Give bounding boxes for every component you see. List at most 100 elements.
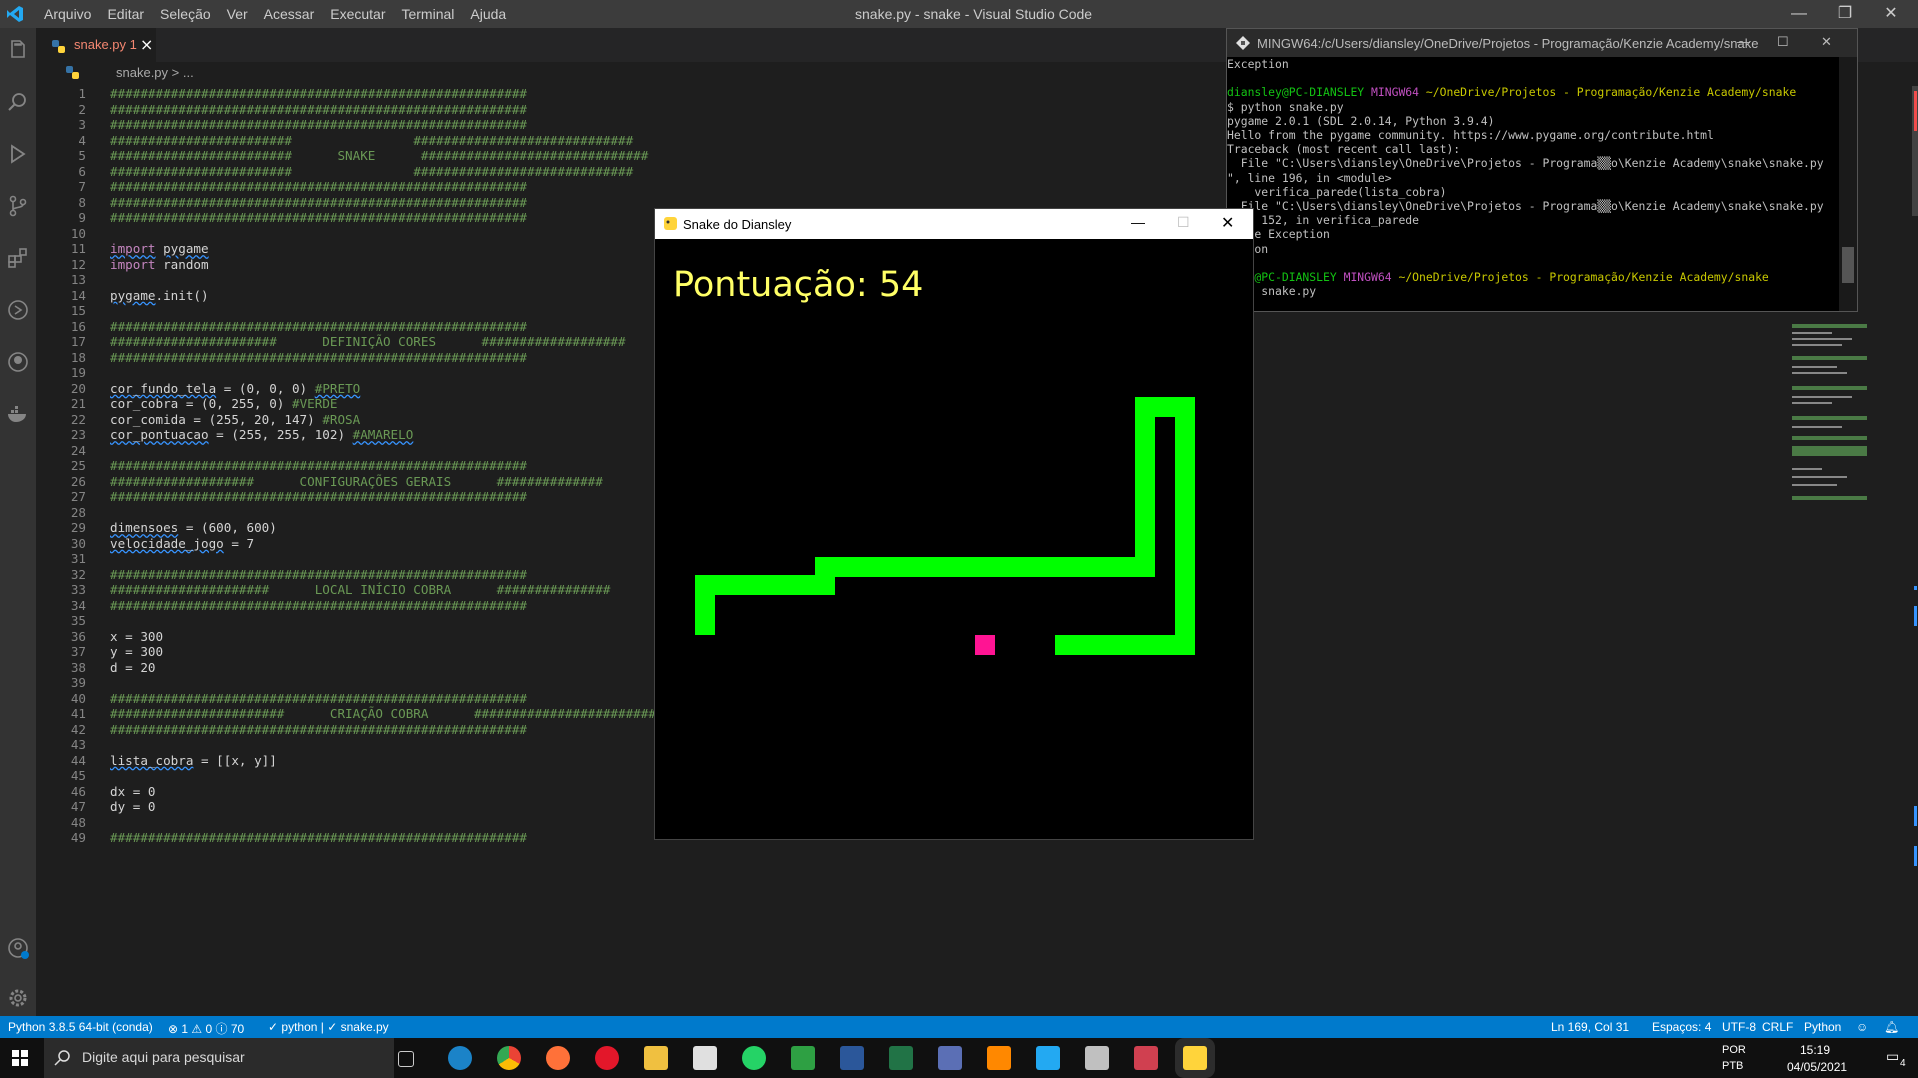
settings-gear-icon[interactable] <box>6 986 30 1010</box>
editor-scrollbar[interactable] <box>1896 86 1918 1016</box>
code-line: ################### CONFIGURAÇÕES GERAIS… <box>110 473 603 489</box>
game-minimize-button[interactable]: — <box>1131 214 1145 230</box>
line-number: 15 <box>70 303 86 318</box>
terminal-line: pygame 2.0.1 (SDL 2.0.14, Python 3.9.4) <box>1227 113 1495 128</box>
terminal-window[interactable]: MINGW64:/c/Users/diansley/OneDrive/Proje… <box>1226 28 1858 312</box>
remote-explorer-icon[interactable] <box>6 298 30 322</box>
keyboard-layout[interactable]: PTB <box>1722 1060 1743 1072</box>
account-icon[interactable] <box>6 936 30 960</box>
line-number: 27 <box>70 489 86 504</box>
docker-icon[interactable] <box>6 402 30 426</box>
line-number: 6 <box>78 163 86 179</box>
code-line: cor_cobra = (0, 255, 0) #VERDE <box>110 396 338 411</box>
terminal-close-button[interactable]: ✕ <box>1821 34 1832 50</box>
windows-start-icon[interactable] <box>12 1050 28 1066</box>
line-number: 24 <box>70 442 86 458</box>
file-explorer-icon[interactable] <box>644 1046 668 1070</box>
line-number: 1 <box>78 86 86 101</box>
terminal-minimize-button[interactable]: — <box>1737 34 1750 49</box>
indentation[interactable]: Espaços: 4 <box>1652 1020 1711 1034</box>
line-number: 13 <box>70 272 86 287</box>
code-line: lista_cobra = [[x, y]] <box>110 752 277 768</box>
problems-indicator[interactable]: ⊗ 1 ⚠ 0 ⓘ 70 <box>168 1020 244 1037</box>
minimize-button[interactable]: — <box>1776 0 1822 28</box>
menu-ver[interactable]: Ver <box>219 0 256 28</box>
terminal-prompt: diansley@PC-DIANSLEY MINGW64 ~/OneDrive/… <box>1227 85 1797 100</box>
github-icon[interactable] <box>6 350 30 374</box>
python-interpreter[interactable]: Python 3.8.5 64-bit (conda) <box>8 1020 153 1034</box>
terminal-line: verifica_parede(lista_cobra) <box>1227 184 1447 199</box>
app-icon-2[interactable] <box>1134 1046 1158 1070</box>
line-number: 12 <box>70 256 86 272</box>
tab-snake-py[interactable]: snake.py 1 × <box>36 28 156 63</box>
menu-arquivo[interactable]: Arquivo <box>36 0 99 28</box>
snake-segment <box>1175 397 1195 655</box>
git-icon[interactable] <box>1085 1046 1109 1070</box>
maximize-button[interactable]: ❐ <box>1822 0 1868 28</box>
line-number: 36 <box>70 628 86 644</box>
check-status[interactable]: ✓ python | ✓ snake.py <box>268 1020 389 1034</box>
line-number: 16 <box>70 318 86 334</box>
language-mode[interactable]: Python <box>1804 1020 1841 1034</box>
menu-acessar[interactable]: Acessar <box>256 0 323 28</box>
clock-time[interactable]: 15:19 <box>1800 1043 1830 1057</box>
line-number: 37 <box>70 644 86 659</box>
code-line: ########################################… <box>110 101 528 117</box>
chrome-icon[interactable] <box>497 1046 521 1070</box>
snake-game-window[interactable]: Snake do Diansley — ☐ ✕ Pontuação: 54 <box>654 208 1254 840</box>
code-line: x = 300 <box>110 628 164 644</box>
excel-icon[interactable] <box>889 1046 913 1070</box>
line-endings[interactable]: CRLF <box>1762 1020 1793 1034</box>
code-line: ########################################… <box>110 458 528 473</box>
terminal-line: line 152, in verifica_parede <box>1227 213 1420 228</box>
menu-ajuda[interactable]: Ajuda <box>462 0 514 28</box>
terminal-output[interactable]: Exception diansley@PC-DIANSLEY MINGW64 ~… <box>1227 57 1839 311</box>
code-line: ###################### DEFINIÇÃO CORES #… <box>110 334 626 349</box>
cursor-position[interactable]: Ln 169, Col 31 <box>1551 1020 1629 1034</box>
game-title-bar[interactable]: Snake do Diansley — ☐ ✕ <box>655 209 1253 239</box>
firefox-icon[interactable] <box>546 1046 570 1070</box>
tab-close-icon[interactable]: × <box>140 35 153 54</box>
code-line: ######################## SNAKE #########… <box>110 148 649 163</box>
whatsapp-icon[interactable] <box>742 1046 766 1070</box>
search-icon <box>54 1050 70 1066</box>
terminal-scroll-thumb[interactable] <box>1842 247 1854 283</box>
pygame-window-icon[interactable] <box>1183 1046 1207 1070</box>
terminal-app-icon[interactable] <box>791 1046 815 1070</box>
word-icon[interactable] <box>840 1046 864 1070</box>
game-canvas[interactable]: Pontuação: 54 <box>655 239 1253 839</box>
clock-date[interactable]: 04/05/2021 <box>1787 1060 1847 1074</box>
taskbar-search[interactable]: Digite aqui para pesquisar <box>44 1038 394 1078</box>
edge-icon[interactable] <box>448 1046 472 1070</box>
vlc-icon[interactable] <box>987 1046 1011 1070</box>
search-placeholder: Digite aqui para pesquisar <box>82 1049 245 1065</box>
feedback-icon[interactable]: ☺ <box>1856 1020 1868 1034</box>
code-line: dx = 0 <box>110 783 156 799</box>
extensions-icon[interactable] <box>6 246 30 270</box>
terminal-scrollbar[interactable] <box>1839 57 1857 311</box>
task-view-icon[interactable] <box>398 1051 414 1067</box>
game-close-button[interactable]: ✕ <box>1221 213 1234 233</box>
close-window-button[interactable]: ✕ <box>1868 0 1914 28</box>
menu-selecao[interactable]: Seleção <box>152 0 219 28</box>
menu-editar[interactable]: Editar <box>99 0 152 28</box>
encoding[interactable]: UTF-8 <box>1722 1020 1756 1034</box>
run-debug-icon[interactable] <box>6 142 30 166</box>
explorer-icon[interactable] <box>6 38 30 62</box>
store-icon[interactable] <box>693 1046 717 1070</box>
terminal-line: File "C:\Users\diansley\OneDrive\Projeto… <box>1227 156 1824 171</box>
notification-center-icon[interactable]: ▭ <box>1886 1048 1899 1065</box>
notifications-bell-icon[interactable]: 🔔︎ <box>1884 1020 1899 1034</box>
terminal-title-bar[interactable]: MINGW64:/c/Users/diansley/OneDrive/Proje… <box>1227 29 1857 57</box>
menu-executar[interactable]: Executar <box>322 0 393 28</box>
terminal-line: ", line 196, in <module> <box>1227 170 1392 185</box>
search-icon[interactable] <box>6 90 30 114</box>
vscode-taskbar-icon[interactable] <box>1036 1046 1060 1070</box>
menu-terminal[interactable]: Terminal <box>393 0 462 28</box>
line-number: 9 <box>78 210 86 225</box>
terminal-maximize-button[interactable]: ☐ <box>1777 34 1789 50</box>
app-icon[interactable] <box>938 1046 962 1070</box>
language-indicator[interactable]: POR <box>1722 1044 1746 1056</box>
source-control-icon[interactable] <box>6 194 30 218</box>
opera-icon[interactable] <box>595 1046 619 1070</box>
